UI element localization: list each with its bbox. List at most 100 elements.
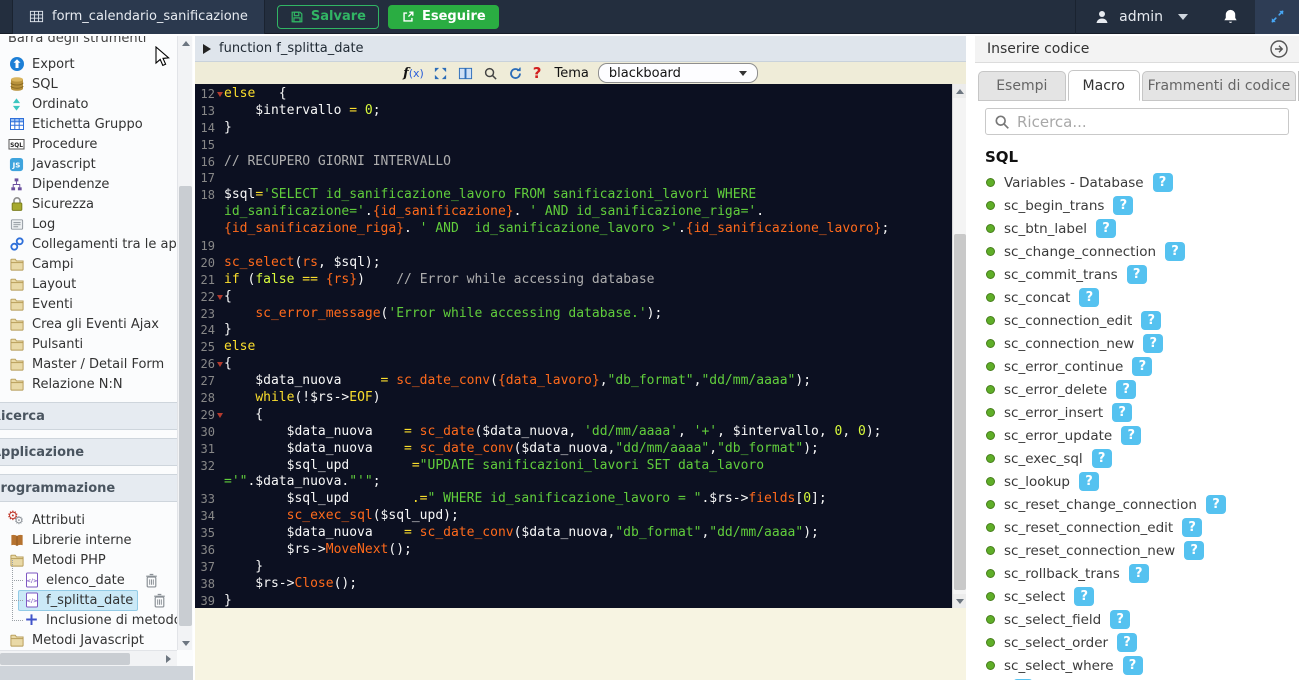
run-button[interactable]: Eseguire — [388, 5, 499, 29]
macro-item-sc-reset-connection-edit[interactable]: sc_reset_connection_edit? — [975, 516, 1299, 539]
code-line-39[interactable]: 39} — [195, 593, 951, 608]
code-line-34[interactable]: 34 sc_exec_sql($sql_upd); — [195, 508, 951, 525]
help-badge[interactable]: ? — [1121, 426, 1141, 445]
code-editor[interactable]: 12else {13 $intervallo = 0;14}1516// REC… — [195, 84, 966, 608]
help-badge[interactable]: ? — [1112, 403, 1132, 422]
sidebar-item-eventi[interactable]: Eventi — [0, 294, 177, 314]
code-line-14[interactable]: 14} — [195, 120, 951, 137]
macro-item-sc-lookup[interactable]: sc_lookup? — [975, 470, 1299, 493]
sidebar-item-relazione-n-n[interactable]: Relazione N:N — [0, 374, 177, 394]
code-line-23[interactable]: 23 sc_error_message('Error while accessi… — [195, 306, 951, 323]
macro-search[interactable] — [985, 108, 1289, 135]
sidebar-item-javascript[interactable]: JSJavascript — [0, 154, 177, 174]
code-line-12[interactable]: 12else { — [195, 86, 951, 103]
help-badge[interactable]: ? — [1113, 196, 1133, 215]
code-line-wrap[interactable]: ='".$data_nuova."'"; — [195, 474, 951, 491]
code-line-21[interactable]: 21if (false == {rs}) // Error while acce… — [195, 272, 951, 289]
fold-arrow-icon[interactable] — [215, 86, 224, 103]
split-view-icon[interactable] — [458, 65, 474, 81]
sidebar-item-master-detail-form[interactable]: Master / Detail Form — [0, 354, 177, 374]
sidebar-item-librerie-interne[interactable]: Librerie interne — [0, 530, 177, 550]
code-line-35[interactable]: 35 $data_nuova = sc_date_conv($data_nuov… — [195, 525, 951, 542]
sidebar-item-dipendenze[interactable]: Dipendenze — [0, 174, 177, 194]
sidebar-section-applicazione[interactable]: Applicazione — [0, 438, 177, 466]
notifications-button[interactable] — [1206, 0, 1255, 34]
code-line-15[interactable]: 15 — [195, 137, 951, 154]
help-badge[interactable]: ? — [1092, 449, 1112, 468]
macro-item-sc-rollback-trans[interactable]: sc_rollback_trans? — [975, 562, 1299, 585]
code-line-37[interactable]: 37 } — [195, 559, 951, 576]
macro-item-sc-begin-trans[interactable]: sc_begin_trans? — [975, 194, 1299, 217]
fold-arrow-icon[interactable] — [215, 289, 224, 306]
app-tab[interactable]: form_calendario_sanificazione — [12, 0, 265, 34]
search-icon[interactable] — [483, 65, 499, 81]
help-badge[interactable]: ? — [1182, 518, 1202, 537]
code-line-16[interactable]: 16// RECUPERO GIORNI INTERVALLO — [195, 154, 951, 171]
code-line-17[interactable]: 17 — [195, 170, 951, 187]
macro-item-sc-select-order[interactable]: sc_select_order? — [975, 631, 1299, 654]
sidebar-vertical-scrollbar[interactable] — [177, 36, 192, 650]
sidebar-item-export[interactable]: Export — [0, 54, 177, 74]
macro-item-sc-concat[interactable]: sc_concat? — [975, 286, 1299, 309]
sidebar-item-etichetta-gruppo[interactable]: Etichetta Gruppo — [0, 114, 177, 134]
code-line-31[interactable]: 31 $data_nuova = sc_date_conv($data_nuov… — [195, 441, 951, 458]
code-line-27[interactable]: 27 $data_nuova = sc_date_conv({data_lavo… — [195, 373, 951, 390]
fullscreen-editor-icon[interactable] — [433, 65, 449, 81]
code-line-36[interactable]: 36 $rs->MoveNext(); — [195, 542, 951, 559]
macro-item-sc-select-where[interactable]: sc_select_where? — [975, 654, 1299, 677]
help-badge[interactable]: ? — [1129, 564, 1149, 583]
help-badge[interactable]: ? — [1143, 334, 1163, 353]
code-line-29[interactable]: 29 { — [195, 407, 951, 424]
editor-scroll-thumb[interactable] — [954, 234, 966, 590]
scroll-down-arrow-icon[interactable] — [953, 594, 966, 608]
help-badge[interactable]: ? — [1079, 288, 1099, 307]
fullscreen-button[interactable] — [1255, 0, 1299, 34]
sidebar-item-procedure[interactable]: SQLProcedure — [0, 134, 177, 154]
code-line-wrap[interactable]: id_sanificazione='.{id_sanificazione}. '… — [195, 204, 951, 221]
sidebar-item-f-splitta-date[interactable]: </>f_splitta_date — [0, 590, 177, 610]
macro-item-sc-connection-new[interactable]: sc_connection_new? — [975, 332, 1299, 355]
theme-select[interactable]: blackboard — [598, 63, 758, 83]
code-line-24[interactable]: 24} — [195, 322, 951, 339]
code-line-20[interactable]: 20sc_select(rs, $sql); — [195, 255, 951, 272]
trash-icon[interactable] — [151, 592, 168, 609]
sidebar-section-programmazione[interactable]: Programmazione — [0, 474, 177, 502]
sidebar-section-ricerca[interactable]: Ricerca — [0, 402, 177, 430]
sidebar-item-elenco-date[interactable]: </>elenco_date — [0, 570, 177, 590]
macro-item-sc-reset-connection-new[interactable]: sc_reset_connection_new? — [975, 539, 1299, 562]
tab-macro[interactable]: Macro — [1068, 70, 1140, 101]
macro-item-sc-error-update[interactable]: sc_error_update? — [975, 424, 1299, 447]
help-badge[interactable]: ? — [1153, 173, 1173, 192]
sidebar-item-inclusione-di-metodo[interactable]: +Inclusione di metodo — [0, 610, 177, 630]
help-badge[interactable]: ? — [1123, 656, 1143, 675]
help-badge[interactable]: ? — [1079, 472, 1099, 491]
help-badge[interactable]: ? — [1074, 587, 1094, 606]
scroll-up-arrow-icon[interactable] — [178, 36, 193, 50]
macro-item-sc-select[interactable]: sc_select? — [975, 585, 1299, 608]
code-line-19[interactable]: 19 — [195, 238, 951, 255]
sidebar-hscroll-thumb[interactable] — [0, 653, 130, 665]
scroll-right-arrow-icon[interactable] — [166, 651, 171, 667]
sidebar-item-layout[interactable]: Layout — [0, 274, 177, 294]
macro-item-sc-exec-sql[interactable]: sc_exec_sql? — [975, 447, 1299, 470]
sidebar-item-collegamenti-tra-le-applicaz[interactable]: Collegamenti tra le applicaz — [0, 234, 177, 254]
macro-item-sc-error-delete[interactable]: sc_error_delete? — [975, 378, 1299, 401]
sidebar-vscroll-thumb[interactable] — [179, 186, 192, 626]
help-badge[interactable]: ? — [1165, 242, 1185, 261]
trash-icon[interactable] — [143, 572, 160, 589]
fold-arrow-icon[interactable] — [215, 407, 224, 424]
sidebar-item-metodi-javascript[interactable]: Metodi Javascript — [0, 630, 177, 650]
sidebar-item-crea-gli-eventi-ajax[interactable]: Crea gli Eventi Ajax — [0, 314, 177, 334]
help-badge[interactable]: ? — [1110, 610, 1130, 629]
code-line-13[interactable]: 13 $intervallo = 0; — [195, 103, 951, 120]
code-line-18[interactable]: 18$sql='SELECT id_sanificazione_lavoro F… — [195, 187, 951, 204]
code-line-28[interactable]: 28 while(!$rs->EOF) — [195, 390, 951, 407]
sidebar-item-metodi-php[interactable]: Metodi PHP — [0, 550, 177, 570]
help-badge[interactable]: ? — [1206, 495, 1226, 514]
sidebar-item-sicurezza[interactable]: Sicurezza — [0, 194, 177, 214]
scroll-down-arrow-icon[interactable] — [178, 636, 193, 650]
sidebar-item-sql[interactable]: SQL — [0, 74, 177, 94]
selected-method[interactable]: </>f_splitta_date — [18, 590, 138, 611]
refresh-icon[interactable] — [508, 65, 524, 81]
code-line-26[interactable]: 26{ — [195, 356, 951, 373]
